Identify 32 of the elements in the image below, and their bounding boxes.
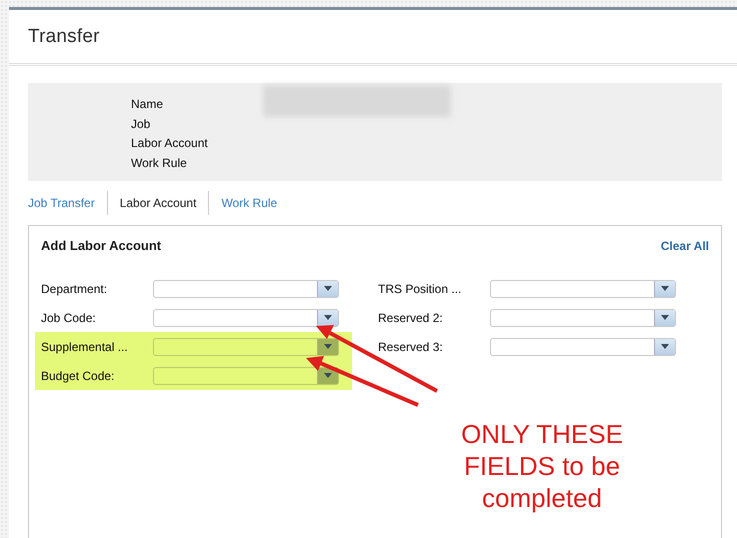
dropdown-field[interactable] [490,308,676,326]
caret-icon [324,315,332,320]
dropdown-field[interactable] [490,338,676,356]
tab[interactable]: Work Rule [208,191,290,215]
field-label: Reserved 3: [378,340,444,354]
field-label: Labor Account [131,135,208,152]
dropdown-field[interactable] [153,280,339,298]
dropdown-field[interactable] [153,338,339,356]
caret-icon [324,373,332,378]
dropdown-field[interactable] [153,366,339,384]
caret-icon [661,315,669,320]
caret-icon [661,344,669,349]
caret-icon [324,286,332,291]
tab[interactable]: Labor Account [106,191,208,215]
field-label: Supplemental ... [41,340,129,354]
window-title: Transfer [28,26,100,48]
caret-icon [661,286,669,291]
field-label: Job [131,116,152,133]
field-label: Name [131,96,164,113]
field-label: Job Code: [41,310,97,324]
field-label: Work Rule [131,154,188,172]
section-title: Add Labor Account [41,238,162,253]
caret-icon [324,344,332,349]
field-label: Budget Code: [41,368,116,382]
dropdown-field[interactable] [153,308,339,326]
dropdown-field[interactable] [490,280,676,298]
field-label: Department: [41,282,108,296]
tab[interactable]: Job Transfer [28,191,107,215]
clear-all-link[interactable]: Clear All [660,238,709,252]
annotation-text: ONLY THESE FIELDS to be completed [460,418,624,514]
field-label: TRS Position ... [378,282,462,296]
field-label: Reserved 2: [378,310,444,324]
